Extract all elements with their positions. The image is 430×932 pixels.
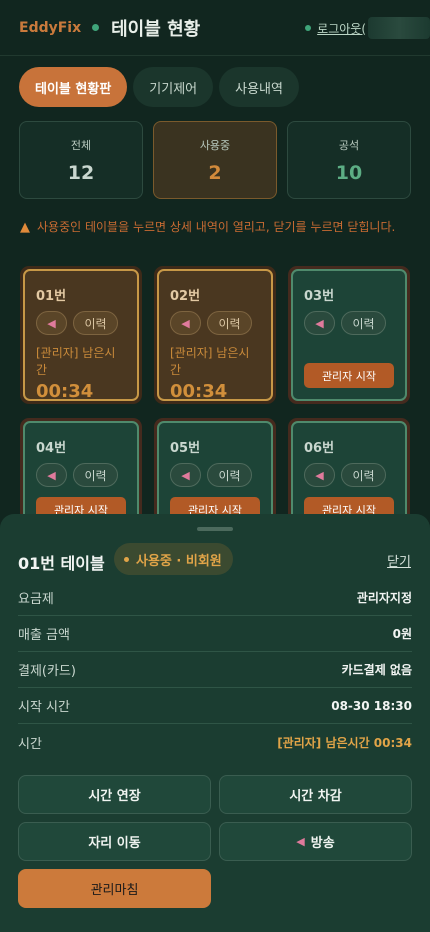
- finish-management-button[interactable]: 관리마침: [18, 869, 211, 908]
- detail-key: 시간: [18, 736, 42, 752]
- detail-value: 카드결제 없음: [341, 663, 412, 677]
- history-chip[interactable]: 이력: [73, 463, 118, 487]
- warning-icon: ▲: [20, 220, 30, 235]
- logout-link[interactable]: 로그아웃(: [317, 20, 366, 37]
- status-badge-label: 사용중 · 비회원: [136, 553, 222, 569]
- remaining-timer: 00:34: [170, 381, 228, 402]
- stat-in-use: 사용중 2: [153, 121, 277, 199]
- app-header: EddyFix 테이블 현황 로그아웃(: [0, 0, 430, 56]
- remaining-label: [관리자] 남은시간: [36, 346, 116, 377]
- extend-time-button[interactable]: 시간 연장: [18, 775, 211, 814]
- brand-logo: EddyFix: [19, 19, 82, 36]
- detail-key: 시작 시간: [18, 700, 70, 715]
- notice: ▲ 사용중인 테이블을 누르면 상세 내역이 열리고, 닫기를 누르면 닫힙니다…: [20, 219, 412, 237]
- online-dot-icon: [305, 25, 312, 31]
- move-seat-button[interactable]: 자리 이동: [18, 822, 211, 861]
- history-chip[interactable]: 이력: [73, 311, 118, 335]
- speaker-icon: ◀: [315, 316, 324, 330]
- notice-text: 사용중인 테이블을 누르면 상세 내역이 열리고, 닫기를 누르면 닫힙니다.: [37, 220, 396, 234]
- detail-row-start-time: 시작 시간 08-30 18:30: [18, 688, 412, 724]
- close-link[interactable]: 닫기: [387, 551, 411, 570]
- page-title: 테이블 현황: [111, 18, 201, 40]
- table-number: 06번: [304, 441, 335, 456]
- speaker-icon: ◀: [315, 468, 324, 482]
- detail-row-sales: 매출 금액 0원: [18, 616, 412, 652]
- table-number: 03번: [304, 289, 335, 304]
- table-number: 04번: [36, 441, 67, 456]
- tab-usage-history[interactable]: 사용내역: [219, 67, 299, 107]
- status-dot-icon: [92, 24, 100, 31]
- detail-key: 요금제: [18, 592, 54, 607]
- stat-total: 전체 12: [19, 121, 143, 199]
- user-area: 로그아웃(: [305, 17, 430, 39]
- speaker-icon: ◀: [181, 316, 190, 330]
- sheet-grabber[interactable]: [197, 527, 233, 531]
- broadcast-chip[interactable]: ◀: [170, 463, 201, 487]
- table-card-01[interactable]: 01번 ◀ 이력 [관리자] 남은시간 00:34: [20, 266, 142, 404]
- history-chip[interactable]: 이력: [207, 463, 252, 487]
- table-card-02[interactable]: 02번 ◀ 이력 [관리자] 남은시간 00:34: [154, 266, 276, 404]
- history-chip[interactable]: 이력: [341, 311, 386, 335]
- stat-value: 12: [67, 161, 95, 184]
- status-badge: 사용중 · 비회원: [114, 543, 233, 575]
- detail-value: 관리자지정: [356, 591, 412, 605]
- detail-value: 0원: [392, 627, 412, 641]
- broadcast-chip[interactable]: ◀: [170, 311, 201, 335]
- broadcast-chip[interactable]: ◀: [36, 463, 67, 487]
- stat-value: 2: [208, 161, 222, 184]
- speaker-icon: ◀: [181, 468, 190, 482]
- stat-label: 전체: [70, 138, 92, 152]
- stat-vacant: 공석 10: [287, 121, 411, 199]
- sheet-title: 01번 테이블: [18, 554, 105, 573]
- detail-value: [관리자] 남은시간 00:34: [277, 735, 412, 750]
- remaining-timer: 00:34: [36, 381, 94, 402]
- remaining-label: [관리자] 남은시간: [170, 346, 250, 377]
- table-number: 02번: [170, 289, 201, 304]
- stat-value: 10: [335, 161, 363, 184]
- history-chip[interactable]: 이력: [341, 463, 386, 487]
- broadcast-label: 방송: [310, 836, 335, 851]
- stat-label: 사용중: [199, 138, 231, 152]
- table-detail-sheet: 01번 테이블 사용중 · 비회원 닫기 요금제 관리자지정 매출 금액 0원 …: [0, 514, 430, 932]
- detail-row-time: 시간 [관리자] 남은시간 00:34: [18, 724, 412, 760]
- detail-key: 결제(카드): [18, 664, 76, 679]
- table-card-03[interactable]: 03번 ◀ 이력 관리자 시작: [288, 266, 410, 404]
- history-chip[interactable]: 이력: [207, 311, 252, 335]
- stat-label: 공석: [338, 138, 360, 152]
- speaker-icon: ◀: [296, 835, 305, 848]
- broadcast-chip[interactable]: ◀: [304, 463, 335, 487]
- broadcast-button[interactable]: ◀ 방송: [219, 822, 412, 861]
- status-dot-icon: [124, 556, 129, 562]
- detail-key: 매출 금액: [18, 628, 70, 643]
- detail-value: 08-30 18:30: [331, 698, 412, 713]
- speaker-icon: ◀: [47, 468, 56, 482]
- redacted-user-name: [368, 17, 430, 39]
- deduct-time-button[interactable]: 시간 차감: [219, 775, 412, 814]
- broadcast-chip[interactable]: ◀: [304, 311, 335, 335]
- table-number: 05번: [170, 441, 201, 456]
- broadcast-chip[interactable]: ◀: [36, 311, 67, 335]
- admin-start-button[interactable]: 관리자 시작: [304, 363, 394, 388]
- tab-table-board[interactable]: 테이블 현황판: [19, 67, 128, 107]
- table-number: 01번: [36, 289, 67, 304]
- main-tabs: 테이블 현황판 기기제어 사용내역: [19, 67, 299, 107]
- detail-row-card-payment: 결제(카드) 카드결제 없음: [18, 652, 412, 688]
- detail-row-plan: 요금제 관리자지정: [18, 580, 412, 616]
- tab-device-control[interactable]: 기기제어: [133, 67, 214, 107]
- speaker-icon: ◀: [47, 316, 56, 330]
